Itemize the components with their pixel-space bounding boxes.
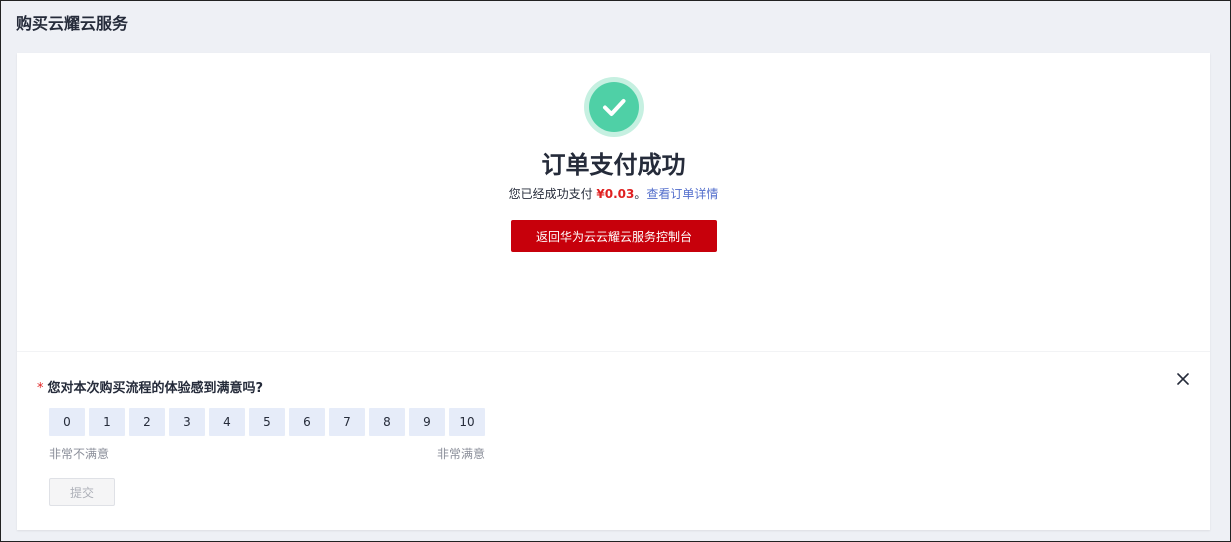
score-option-0[interactable]: 0 xyxy=(49,408,85,436)
payment-amount: ¥0.03 xyxy=(596,187,635,201)
score-option-4[interactable]: 4 xyxy=(209,408,245,436)
required-mark: * xyxy=(37,381,44,396)
payment-summary-prefix: 您已经成功支付 xyxy=(508,187,597,201)
payment-summary-sep: 。 xyxy=(634,187,647,201)
view-order-details-link[interactable]: 查看订单详情 xyxy=(646,187,718,201)
close-icon[interactable] xyxy=(1175,371,1191,387)
score-option-1[interactable]: 1 xyxy=(89,408,125,436)
survey-question: * 您对本次购买流程的体验感到满意吗? xyxy=(37,377,263,396)
result-card: 订单支付成功 您已经成功支付 ¥0.03。查看订单详情 返回华为云云耀云服务控制… xyxy=(17,53,1210,530)
score-option-8[interactable]: 8 xyxy=(369,408,405,436)
score-option-10[interactable]: 10 xyxy=(449,408,485,436)
score-option-9[interactable]: 9 xyxy=(409,408,445,436)
return-to-console-button[interactable]: 返回华为云云耀云服务控制台 xyxy=(511,220,717,252)
score-low-label: 非常不满意 xyxy=(49,447,110,461)
score-option-6[interactable]: 6 xyxy=(289,408,325,436)
success-title: 订单支付成功 xyxy=(541,151,686,179)
page-title: 购买云耀云服务 xyxy=(16,14,129,33)
score-option-2[interactable]: 2 xyxy=(129,408,165,436)
survey-question-text: 您对本次购买流程的体验感到满意吗? xyxy=(47,381,264,396)
satisfaction-survey: * 您对本次购买流程的体验感到满意吗? 0 1 2 3 4 5 6 7 8 9 1… xyxy=(17,351,1210,530)
score-options: 0 1 2 3 4 5 6 7 8 9 10 xyxy=(49,408,485,436)
check-circle-icon xyxy=(584,77,644,137)
score-option-5[interactable]: 5 xyxy=(249,408,285,436)
score-option-7[interactable]: 7 xyxy=(329,408,365,436)
score-high-label: 非常满意 xyxy=(437,447,486,461)
payment-summary: 您已经成功支付 ¥0.03。查看订单详情 xyxy=(17,185,1210,202)
score-option-3[interactable]: 3 xyxy=(169,408,205,436)
submit-button[interactable]: 提交 xyxy=(49,478,115,506)
